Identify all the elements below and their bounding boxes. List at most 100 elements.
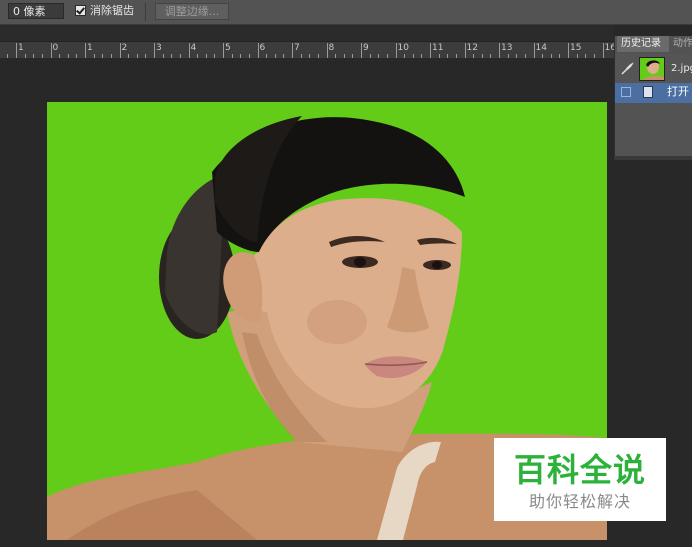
- ruler-tick: [447, 54, 449, 58]
- ruler-tick: [171, 54, 173, 58]
- tab-actions[interactable]: 动作: [673, 36, 692, 52]
- ruler-tick: [197, 54, 199, 58]
- document-icon: [643, 86, 653, 98]
- ruler-tick: [335, 54, 337, 58]
- ruler-tick: [507, 54, 509, 58]
- ruler-label: 9: [363, 43, 369, 53]
- ruler-tick: [516, 54, 518, 58]
- ruler-tick: [559, 54, 561, 58]
- ruler-label: 5: [225, 43, 231, 53]
- ruler-tick: [67, 54, 69, 58]
- anti-alias-checkbox[interactable]: [75, 5, 86, 16]
- ruler-tick: [162, 54, 164, 58]
- ruler-label: 2: [121, 43, 128, 53]
- ruler-label: 1: [87, 43, 93, 53]
- ruler-tick: [542, 54, 544, 58]
- ruler-tick: [550, 54, 552, 58]
- history-state-label: 打开: [667, 85, 689, 98]
- ruler-label: 8: [328, 43, 335, 53]
- history-snapshot-row[interactable]: 2.jpg: [615, 54, 692, 84]
- ruler-major-tick: [430, 43, 431, 58]
- ruler-major-tick: [464, 43, 466, 58]
- ruler-label: 4: [190, 43, 197, 53]
- ruler-major-tick: [85, 43, 86, 58]
- ruler-tick: [179, 54, 181, 58]
- ruler-tick: [102, 54, 104, 58]
- ruler-tick: [205, 54, 207, 58]
- tab-history[interactable]: 历史记录: [617, 36, 669, 52]
- watermark-title: 百科全说: [513, 451, 646, 489]
- history-state-row[interactable]: 打开: [615, 83, 692, 103]
- ruler-tick: [412, 54, 414, 58]
- ruler-label: 14: [535, 43, 547, 53]
- watermark-subtitle: 助你轻松解决: [528, 492, 631, 511]
- ruler-major-tick: [533, 43, 535, 58]
- history-panel: 历史记录 动作 2.jpg 打开: [614, 36, 692, 156]
- ruler-tick: [214, 54, 216, 58]
- ruler-tick: [41, 54, 43, 58]
- ruler-major-tick: [361, 43, 362, 58]
- ruler-label: 0: [52, 43, 59, 53]
- ruler-major-tick: [292, 43, 293, 58]
- ruler-major-tick: [223, 43, 224, 58]
- ruler-tick: [76, 54, 78, 58]
- ruler-tick: [93, 54, 95, 58]
- ruler-major-tick: [119, 43, 121, 58]
- ruler-major-tick: [602, 43, 604, 58]
- document-tab-bar: [0, 25, 614, 42]
- ruler-tick: [473, 54, 475, 58]
- ruler-major-tick: [188, 43, 190, 58]
- ruler-tick: [593, 54, 595, 58]
- ruler-tick: [300, 54, 302, 58]
- ruler-tick: [145, 54, 147, 58]
- ruler-tick: [386, 54, 388, 58]
- ruler-tick: [378, 54, 380, 58]
- ruler-tick: [240, 54, 242, 58]
- ruler-tick: [524, 54, 526, 58]
- refine-edge-button[interactable]: 调整边缘...: [155, 3, 229, 20]
- ruler-major-tick: [50, 43, 52, 58]
- ruler-tick: [274, 54, 276, 58]
- ruler-tick: [128, 54, 130, 58]
- ruler-label: 13: [501, 43, 513, 53]
- ruler-tick: [136, 54, 138, 58]
- ruler-major-tick: [499, 43, 500, 58]
- ruler-tick: [24, 54, 26, 58]
- ruler-tick: [481, 54, 483, 58]
- ruler-label: 3: [156, 43, 162, 53]
- ruler-tick: [283, 54, 285, 58]
- watermark-logo: 百科全说 助你轻松解决: [494, 438, 666, 521]
- ruler-tick: [438, 54, 440, 58]
- ruler-tick: [110, 54, 112, 58]
- checkmark-icon: [76, 5, 85, 15]
- history-brush-icon[interactable]: [620, 62, 634, 76]
- ruler-tick: [455, 54, 457, 58]
- ruler-label: 15: [570, 43, 582, 53]
- feather-input[interactable]: 0 像素: [8, 3, 64, 19]
- ruler-tick: [585, 54, 587, 58]
- ruler-label: 6: [259, 43, 266, 53]
- options-bar: 0 像素 消除锯齿 调整边缘...: [0, 0, 692, 25]
- ruler-tick: [231, 54, 233, 58]
- horizontal-ruler: 1 0 1 2 3 4 5 6 7 8 9 10 11 12 13 14 15 16: [0, 42, 616, 59]
- snapshot-label: 2.jpg: [671, 63, 692, 74]
- toolbar-divider: [145, 3, 146, 21]
- snapshot-thumbnail: [639, 57, 665, 81]
- ruler-tick: [309, 54, 311, 58]
- ruler-major-tick: [154, 43, 155, 58]
- state-checkbox[interactable]: [621, 87, 631, 97]
- ruler-major-tick: [395, 43, 397, 58]
- ruler-tick: [59, 54, 61, 58]
- ruler-tick: [369, 54, 371, 58]
- ruler-label: 11: [432, 43, 444, 53]
- ruler-tick: [404, 54, 406, 58]
- ruler-label: 12: [466, 43, 478, 53]
- ruler-label: 7: [294, 43, 300, 53]
- ruler-tick: [248, 54, 250, 58]
- ruler-tick: [266, 54, 268, 58]
- anti-alias-label: 消除锯齿: [90, 4, 134, 17]
- ruler-tick: [7, 54, 9, 58]
- ruler-tick: [490, 54, 492, 58]
- ruler-label: 10: [397, 43, 409, 53]
- ruler-label: 1: [18, 43, 24, 53]
